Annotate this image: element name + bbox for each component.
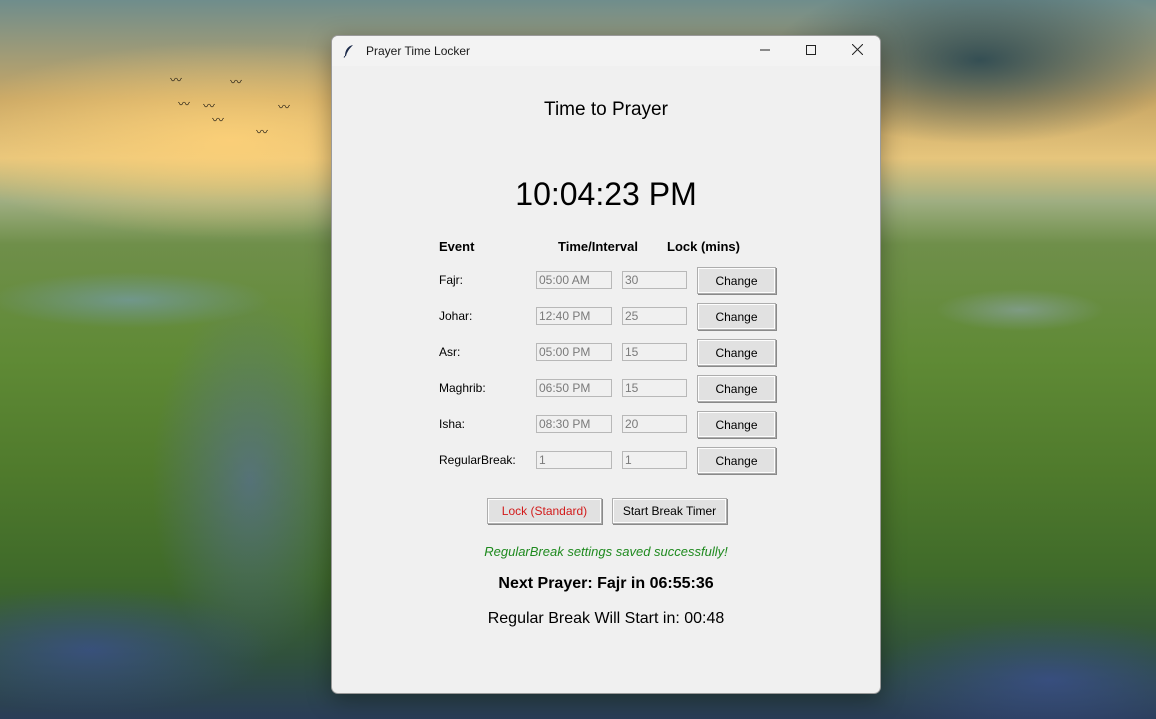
- lock-mins-field[interactable]: 25: [622, 307, 687, 325]
- prayer-row-fajr: Fajr: 05:00 AM 30 Change: [332, 267, 880, 294]
- lock-standard-button[interactable]: Lock (Standard): [487, 498, 602, 524]
- window-title: Prayer Time Locker: [366, 44, 471, 58]
- change-button-fajr[interactable]: Change: [697, 267, 776, 294]
- close-button[interactable]: [834, 36, 880, 66]
- change-button-regular-break[interactable]: Change: [697, 447, 776, 474]
- column-header-event: Event: [439, 239, 475, 254]
- time-field[interactable]: 12:40 PM: [536, 307, 612, 325]
- time-field[interactable]: 05:00 AM: [536, 271, 612, 289]
- column-header-time-interval: Time/Interval: [558, 239, 638, 254]
- main-content: Time to Prayer 10:04:23 PM Event Time/In…: [332, 66, 880, 693]
- page-heading: Time to Prayer: [544, 99, 668, 120]
- bird-silhouette: 〰: [170, 73, 183, 87]
- break-countdown: Regular Break Will Start in: 00:48: [487, 610, 725, 627]
- close-icon: [851, 42, 863, 60]
- change-button-asr[interactable]: Change: [697, 339, 776, 366]
- row-label: Isha:: [439, 417, 466, 431]
- minimize-icon: [760, 42, 770, 60]
- row-label: RegularBreak:: [439, 453, 516, 467]
- bird-silhouette: 〰: [212, 113, 225, 127]
- change-button-maghrib[interactable]: Change: [697, 375, 776, 402]
- column-header-lock-mins: Lock (mins): [667, 239, 740, 254]
- lock-mins-field[interactable]: 15: [622, 343, 687, 361]
- prayer-row-isha: Isha: 08:30 PM 20 Change: [332, 411, 880, 438]
- change-button-isha[interactable]: Change: [697, 411, 776, 438]
- lock-mins-field[interactable]: 15: [622, 379, 687, 397]
- row-label: Maghrib:: [439, 381, 486, 395]
- row-label: Johar:: [439, 309, 473, 323]
- prayer-row-regular-break: RegularBreak: 1 1 Change: [332, 447, 880, 474]
- maximize-button[interactable]: [788, 36, 834, 66]
- lock-mins-field[interactable]: 30: [622, 271, 687, 289]
- interval-field[interactable]: 1: [536, 451, 612, 469]
- lock-mins-field[interactable]: 1: [622, 451, 687, 469]
- bird-silhouette: 〰: [230, 75, 243, 89]
- start-break-timer-button[interactable]: Start Break Timer: [612, 498, 727, 524]
- time-field[interactable]: 05:00 PM: [536, 343, 612, 361]
- bird-silhouette: 〰: [278, 100, 291, 114]
- change-button-johar[interactable]: Change: [697, 303, 776, 330]
- prayer-row-maghrib: Maghrib: 06:50 PM 15 Change: [332, 375, 880, 402]
- prayer-row-johar: Johar: 12:40 PM 25 Change: [332, 303, 880, 330]
- bird-silhouette: 〰: [203, 99, 216, 113]
- prayer-row-asr: Asr: 05:00 PM 15 Change: [332, 339, 880, 366]
- bird-silhouette: 〰: [256, 125, 269, 139]
- time-field[interactable]: 06:50 PM: [536, 379, 612, 397]
- maximize-icon: [806, 42, 816, 60]
- minimize-button[interactable]: [742, 36, 788, 66]
- status-message: RegularBreak settings saved successfully…: [484, 544, 728, 559]
- row-label: Fajr:: [439, 273, 463, 287]
- bird-silhouette: 〰: [178, 97, 191, 111]
- title-bar[interactable]: Prayer Time Locker: [332, 36, 880, 66]
- row-label: Asr:: [439, 345, 461, 359]
- lock-mins-field[interactable]: 20: [622, 415, 687, 433]
- current-time: 10:04:23 PM: [515, 176, 697, 212]
- feather-icon: [343, 44, 357, 58]
- next-prayer-countdown: Next Prayer: Fajr in 06:55:36: [498, 575, 714, 592]
- time-field[interactable]: 08:30 PM: [536, 415, 612, 433]
- app-window: Prayer Time Locker Time to Prayer 10:04:…: [331, 35, 881, 694]
